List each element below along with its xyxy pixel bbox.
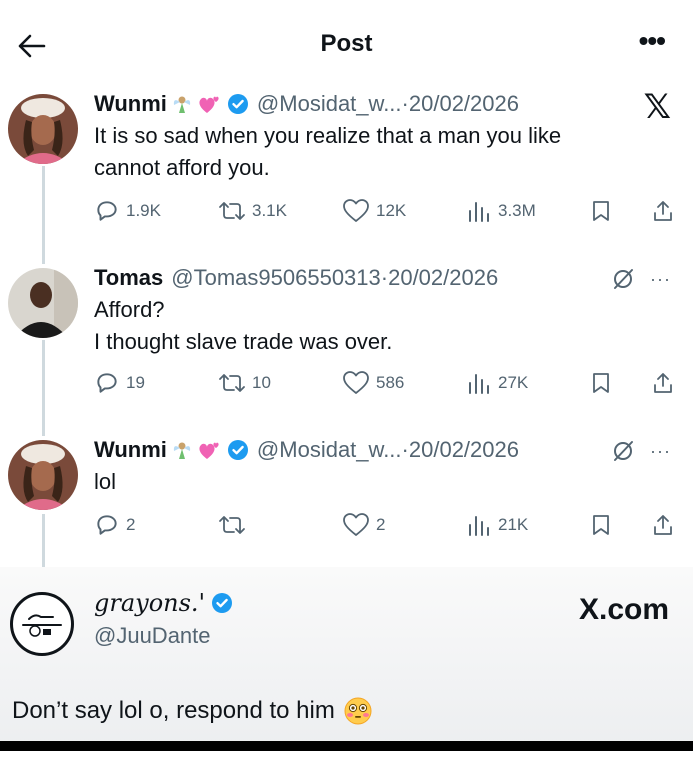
reply-button[interactable]: 19 xyxy=(94,368,145,398)
views-button[interactable]: 21K xyxy=(466,510,528,540)
author-handle[interactable]: @Tomas9506550313 xyxy=(171,265,380,291)
two-hearts-emoji-icon xyxy=(197,439,221,461)
repost-count: 3.1K xyxy=(252,201,287,220)
x-logo-icon[interactable]: 𝕏 xyxy=(644,90,671,124)
tweet-header: Tomas @Tomas9506550313 · 20/02/2026 xyxy=(94,265,499,291)
like-button[interactable]: 586 xyxy=(342,368,404,398)
more-options-button[interactable]: ••• xyxy=(638,25,666,56)
heart-icon xyxy=(343,199,369,222)
reply-count: 2 xyxy=(126,515,136,534)
share-icon xyxy=(654,373,672,393)
share-button[interactable] xyxy=(652,196,674,226)
like-button[interactable]: 12K xyxy=(342,196,406,226)
author-handle[interactable]: @JuuDante xyxy=(94,623,211,649)
grok-icon[interactable] xyxy=(610,266,636,292)
author-name[interactable]: Wunmi xyxy=(94,437,167,463)
views-icon xyxy=(469,374,489,394)
grok-icon[interactable] xyxy=(610,438,636,464)
fairy-emoji-icon xyxy=(171,93,193,115)
avatar[interactable] xyxy=(10,592,74,656)
like-count: 2 xyxy=(376,515,386,534)
reply-button[interactable]: 2 xyxy=(94,510,135,540)
like-button[interactable]: 2 xyxy=(342,510,385,540)
more-horizontal-icon: ••• xyxy=(638,25,666,56)
author-handle[interactable]: @Mosidat_w... xyxy=(257,437,402,463)
reply-icon xyxy=(97,515,117,535)
reply-icon xyxy=(97,373,117,393)
tweet-actions: 1.9K 3.1K 12K 3.3M xyxy=(94,196,679,226)
avatar[interactable] xyxy=(8,440,78,510)
author-name[interactable]: grayons.' xyxy=(94,589,233,617)
reply-count: 19 xyxy=(126,373,145,392)
share-button[interactable] xyxy=(652,368,674,398)
repost-card: grayons.' @JuuDante X.com Don’t say lol … xyxy=(0,567,693,751)
bookmark-button[interactable] xyxy=(590,510,612,540)
views-button[interactable]: 27K xyxy=(466,368,528,398)
tweet[interactable]: Wunmi @Mosidat_w... · 20/02/2026 It is s… xyxy=(0,88,693,238)
bottom-bar xyxy=(0,741,693,751)
bookmark-icon xyxy=(593,373,609,393)
site-watermark: X.com xyxy=(578,593,669,626)
repost-button[interactable]: 10 xyxy=(218,368,271,398)
share-icon xyxy=(654,201,672,221)
repost-button[interactable] xyxy=(218,510,252,540)
view-count: 21K xyxy=(498,515,529,534)
tweet-text: lol xyxy=(94,469,117,494)
view-count: 3.3M xyxy=(498,201,536,220)
tweet[interactable]: Tomas @Tomas9506550313 · 20/02/2026 Affo… xyxy=(0,262,693,412)
author-name[interactable]: Wunmi xyxy=(94,91,167,117)
bookmark-button[interactable] xyxy=(590,368,612,398)
views-icon xyxy=(469,202,489,222)
reply-icon xyxy=(97,201,117,221)
reply-button[interactable]: 1.9K xyxy=(94,196,161,226)
verified-badge-icon xyxy=(211,592,233,614)
fairy-emoji-icon xyxy=(171,439,193,461)
more-options-button[interactable]: ··· xyxy=(650,269,671,290)
caption: Don’t say lol o, respond to him xyxy=(12,696,373,726)
tweet-text: It is so sad when you realize that a man… xyxy=(94,123,562,180)
page-title: Post xyxy=(320,30,373,57)
top-bar: Post ••• xyxy=(0,0,693,90)
more-options-button[interactable]: ··· xyxy=(650,441,671,462)
bookmark-button[interactable] xyxy=(590,196,612,226)
like-count: 12K xyxy=(376,201,407,220)
tweet-header: Wunmi @Mosidat_w... · 20/02/2026 xyxy=(94,437,519,463)
author-name[interactable]: Tomas xyxy=(94,265,163,291)
views-icon xyxy=(469,516,489,536)
bookmark-icon xyxy=(593,201,609,221)
share-icon xyxy=(654,515,672,535)
share-button[interactable] xyxy=(652,510,674,540)
views-button[interactable]: 3.3M xyxy=(466,196,536,226)
verified-badge-icon xyxy=(227,93,249,115)
caption-text: Don’t say lol o, respond to him xyxy=(12,697,335,724)
tweet-actions: 19 10 586 27K xyxy=(94,368,679,398)
repost-icon xyxy=(219,374,245,392)
view-count: 27K xyxy=(498,373,529,392)
tweet[interactable]: Wunmi @Mosidat_w... · 20/02/2026 lol ···… xyxy=(0,434,693,554)
flushed-face-emoji-icon xyxy=(343,696,373,726)
tweet-date[interactable]: 20/02/2026 xyxy=(409,91,519,117)
tweet-header: Wunmi @Mosidat_w... · 20/02/2026 xyxy=(94,91,519,117)
avatar[interactable] xyxy=(8,268,78,338)
tweet-actions: 2 2 21K xyxy=(94,510,679,540)
author-handle[interactable]: @Mosidat_w... xyxy=(257,91,402,117)
bookmark-icon xyxy=(593,515,609,535)
like-count: 586 xyxy=(376,373,405,392)
tweet-date[interactable]: 20/02/2026 xyxy=(409,437,519,463)
two-hearts-emoji-icon xyxy=(197,93,221,115)
tweet-text: Afford? I thought slave trade was over. xyxy=(94,297,393,354)
repost-button[interactable]: 3.1K xyxy=(218,196,287,226)
heart-icon xyxy=(343,513,369,536)
avatar[interactable] xyxy=(8,94,78,164)
tweet-date[interactable]: 20/02/2026 xyxy=(388,265,498,291)
heart-icon xyxy=(343,371,369,394)
repost-count: 10 xyxy=(252,373,271,392)
reply-count: 1.9K xyxy=(126,201,161,220)
repost-icon xyxy=(219,202,245,220)
repost-icon xyxy=(219,516,245,534)
verified-badge-icon xyxy=(227,439,249,461)
